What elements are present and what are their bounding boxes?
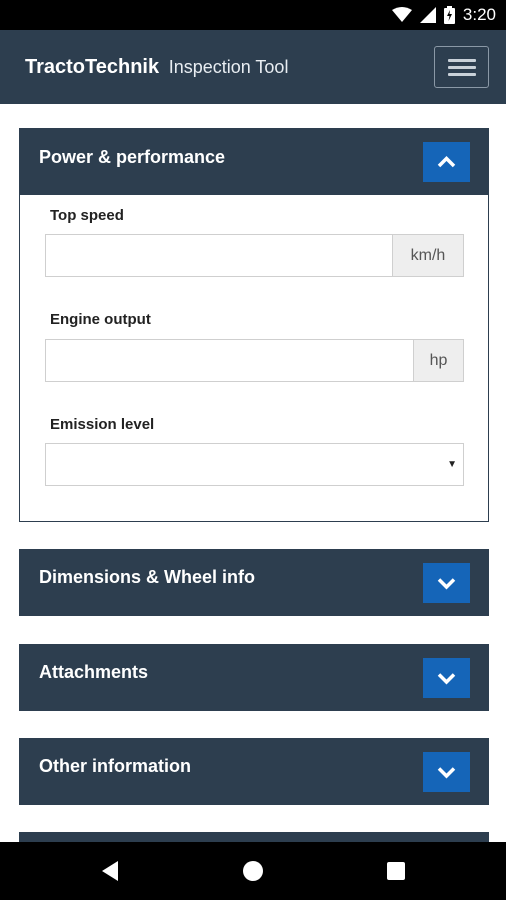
engine-output-unit: hp xyxy=(413,339,464,382)
app-title: TractoTechnik Inspection Tool xyxy=(25,56,288,79)
expand-other-button[interactable] xyxy=(423,752,470,792)
back-icon xyxy=(102,861,118,881)
panel-power-performance: Power & performance Top speed km/h Engin… xyxy=(19,128,489,522)
engine-output-group: hp xyxy=(45,339,464,382)
chevron-down-icon xyxy=(437,673,456,685)
panel-title-dimensions: Dimensions & Wheel info xyxy=(39,567,256,587)
status-icons: 3:20 xyxy=(391,0,496,30)
caret-down-icon: ▼ xyxy=(447,459,457,470)
inspection-form: Power & performance Top speed km/h Engin… xyxy=(0,104,506,842)
home-icon xyxy=(243,861,263,881)
engine-output-label: Engine output xyxy=(50,311,151,328)
panel-next-partial[interactable] xyxy=(19,832,489,842)
status-bar: 3:20 xyxy=(0,0,506,30)
panel-title-other: Other information xyxy=(39,756,191,776)
status-time: 3:20 xyxy=(462,5,496,24)
signal-icon xyxy=(419,7,436,23)
emission-level-label: Emission level xyxy=(50,416,155,433)
chevron-down-icon xyxy=(437,578,456,590)
chevron-down-icon xyxy=(437,767,456,779)
system-nav-bar xyxy=(0,842,506,900)
panel-other-information[interactable]: Other information xyxy=(19,738,489,805)
wifi-icon xyxy=(391,7,412,22)
back-button[interactable] xyxy=(80,842,140,900)
app-bar: TractoTechnik Inspection Tool xyxy=(0,30,506,104)
expand-dimensions-button[interactable] xyxy=(423,563,470,603)
panel-header-power[interactable]: Power & performance xyxy=(20,129,488,195)
emission-level-select[interactable]: ▼ xyxy=(45,443,464,486)
menu-button[interactable] xyxy=(434,46,489,88)
panel-title-power: Power & performance xyxy=(39,147,226,167)
top-speed-label: Top speed xyxy=(50,207,124,224)
panel-attachments[interactable]: Attachments xyxy=(19,644,489,711)
home-button[interactable] xyxy=(223,842,283,900)
brand-name: TractoTechnik xyxy=(25,56,160,78)
panel-dimensions[interactable]: Dimensions & Wheel info xyxy=(19,549,489,616)
panel-body-power: Top speed km/h Engine output hp Emission… xyxy=(20,195,488,521)
brand-subtitle: Inspection Tool xyxy=(168,57,289,77)
recents-icon xyxy=(387,862,405,880)
collapse-power-button[interactable] xyxy=(423,142,470,182)
recents-button[interactable] xyxy=(366,842,426,900)
panel-title-attachments: Attachments xyxy=(39,662,149,682)
expand-attachments-button[interactable] xyxy=(423,658,470,698)
top-speed-group: km/h xyxy=(45,234,464,277)
top-speed-input[interactable] xyxy=(45,234,392,277)
top-speed-unit: km/h xyxy=(392,234,464,277)
chevron-up-icon xyxy=(437,156,456,168)
battery-icon xyxy=(443,6,455,24)
engine-output-input[interactable] xyxy=(45,339,413,382)
